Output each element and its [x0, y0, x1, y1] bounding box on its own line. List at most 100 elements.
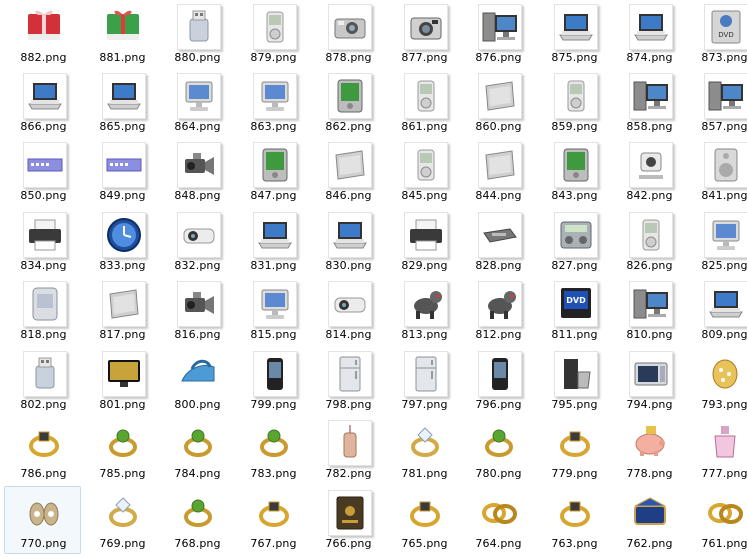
file-item[interactable]: 797.png	[385, 347, 462, 415]
file-item[interactable]: 841.png	[685, 138, 747, 206]
file-name: 834.png	[20, 259, 67, 272]
file-item[interactable]: 857.png	[685, 69, 747, 137]
file-item[interactable]: 849.png	[83, 138, 160, 206]
file-name: 801.png	[99, 398, 146, 411]
file-item[interactable]: 763.png	[535, 486, 612, 554]
file-item[interactable]: 793.png	[685, 347, 747, 415]
file-item[interactable]: 762.png	[610, 486, 687, 554]
file-item[interactable]: 859.png	[535, 69, 612, 137]
file-name: 762.png	[626, 537, 673, 550]
file-item[interactable]: 831.png	[234, 208, 311, 276]
camcorder-icon	[177, 281, 221, 327]
file-name: 770.png	[20, 537, 67, 550]
file-item[interactable]: 784.png	[158, 416, 235, 484]
file-item[interactable]: 802.png	[4, 347, 81, 415]
file-item[interactable]: 761.png	[685, 486, 747, 554]
file-item[interactable]: 847.png	[234, 138, 311, 206]
file-item[interactable]: 800.png	[158, 347, 235, 415]
file-item[interactable]: 814.png	[309, 277, 386, 345]
file-item[interactable]: 866.png	[4, 69, 81, 137]
file-item[interactable]: 801.png	[83, 347, 160, 415]
file-item[interactable]: 825.png	[685, 208, 747, 276]
file-item[interactable]: 795.png	[535, 347, 612, 415]
file-item[interactable]: 846.png	[309, 138, 386, 206]
diamond-ring-icon	[404, 420, 446, 464]
file-item[interactable]: 786.png	[4, 416, 81, 484]
file-item[interactable]: 832.png	[158, 208, 235, 276]
file-item[interactable]: 861.png	[385, 69, 462, 137]
green-gift-drive-icon	[102, 4, 144, 48]
file-item[interactable]: 862.png	[309, 69, 386, 137]
file-item[interactable]: 785.png	[83, 416, 160, 484]
file-item[interactable]: 882.png	[4, 0, 81, 68]
file-item[interactable]: 799.png	[234, 347, 311, 415]
file-item[interactable]: 827.png	[535, 208, 612, 276]
file-item[interactable]: 769.png	[83, 486, 160, 554]
file-item[interactable]: 810.png	[610, 277, 687, 345]
file-item[interactable]: 766.png	[309, 486, 386, 554]
file-item[interactable]: 876.png	[459, 0, 536, 68]
file-item[interactable]: 813.png	[385, 277, 462, 345]
file-item[interactable]: 863.png	[234, 69, 311, 137]
file-item[interactable]: 777.png	[685, 416, 747, 484]
file-item[interactable]: 764.png	[459, 486, 536, 554]
file-item[interactable]: 881.png	[83, 0, 160, 68]
file-item[interactable]: 874.png	[610, 0, 687, 68]
file-item[interactable]: 798.png	[309, 347, 386, 415]
music-player-icon	[404, 73, 448, 119]
file-item[interactable]: 844.png	[459, 138, 536, 206]
file-item[interactable]: 767.png	[234, 486, 311, 554]
file-item[interactable]: 779.png	[535, 416, 612, 484]
file-item[interactable]: 864.png	[158, 69, 235, 137]
file-name: 811.png	[551, 328, 598, 341]
file-item[interactable]: 834.png	[4, 208, 81, 276]
file-name: 777.png	[701, 467, 747, 480]
file-item[interactable]: 812.png	[459, 277, 536, 345]
file-item[interactable]: 880.png	[158, 0, 235, 68]
file-item[interactable]: 796.png	[459, 347, 536, 415]
file-item[interactable]: 780.png	[459, 416, 536, 484]
file-item[interactable]: 781.png	[385, 416, 462, 484]
file-name: 825.png	[701, 259, 747, 272]
file-item[interactable]: 816.png	[158, 277, 235, 345]
file-item[interactable]: DVD 873.png	[685, 0, 747, 68]
file-item[interactable]: 778.png	[610, 416, 687, 484]
file-item[interactable]: 770.png	[4, 486, 81, 554]
file-item[interactable]: 826.png	[610, 208, 687, 276]
file-item[interactable]: 860.png	[459, 69, 536, 137]
file-item[interactable]: 830.png	[309, 208, 386, 276]
radio-icon	[554, 212, 598, 258]
file-item[interactable]: 815.png	[234, 277, 311, 345]
file-item[interactable]: 848.png	[158, 138, 235, 206]
file-item[interactable]: 833.png	[83, 208, 160, 276]
file-item[interactable]: 829.png	[385, 208, 462, 276]
file-name: 793.png	[701, 398, 747, 411]
file-item[interactable]: DVD 811.png	[535, 277, 612, 345]
file-item[interactable]: 794.png	[610, 347, 687, 415]
file-item[interactable]: 878.png	[309, 0, 386, 68]
dvd-drive-icon: DVD	[704, 4, 747, 50]
printer-icon	[23, 212, 67, 258]
file-item[interactable]: 858.png	[610, 69, 687, 137]
file-name: 797.png	[401, 398, 448, 411]
file-item[interactable]: 828.png	[459, 208, 536, 276]
svg-text:DVD: DVD	[566, 296, 586, 305]
file-item[interactable]: 879.png	[234, 0, 311, 68]
file-item[interactable]: 850.png	[4, 138, 81, 206]
file-item[interactable]: 765.png	[385, 486, 462, 554]
file-item[interactable]: 817.png	[83, 277, 160, 345]
file-item[interactable]: 842.png	[610, 138, 687, 206]
file-item[interactable]: 845.png	[385, 138, 462, 206]
file-item[interactable]: 875.png	[535, 0, 612, 68]
file-item[interactable]: 865.png	[83, 69, 160, 137]
file-item[interactable]: 768.png	[158, 486, 235, 554]
file-name: 817.png	[99, 328, 146, 341]
file-item[interactable]: 809.png	[685, 277, 747, 345]
file-name: 841.png	[701, 189, 747, 202]
file-item[interactable]: 818.png	[4, 277, 81, 345]
file-item[interactable]: 783.png	[234, 416, 311, 484]
file-item[interactable]: 843.png	[535, 138, 612, 206]
file-name: 873.png	[701, 51, 747, 64]
file-item[interactable]: 877.png	[385, 0, 462, 68]
file-item[interactable]: 782.png	[309, 416, 386, 484]
